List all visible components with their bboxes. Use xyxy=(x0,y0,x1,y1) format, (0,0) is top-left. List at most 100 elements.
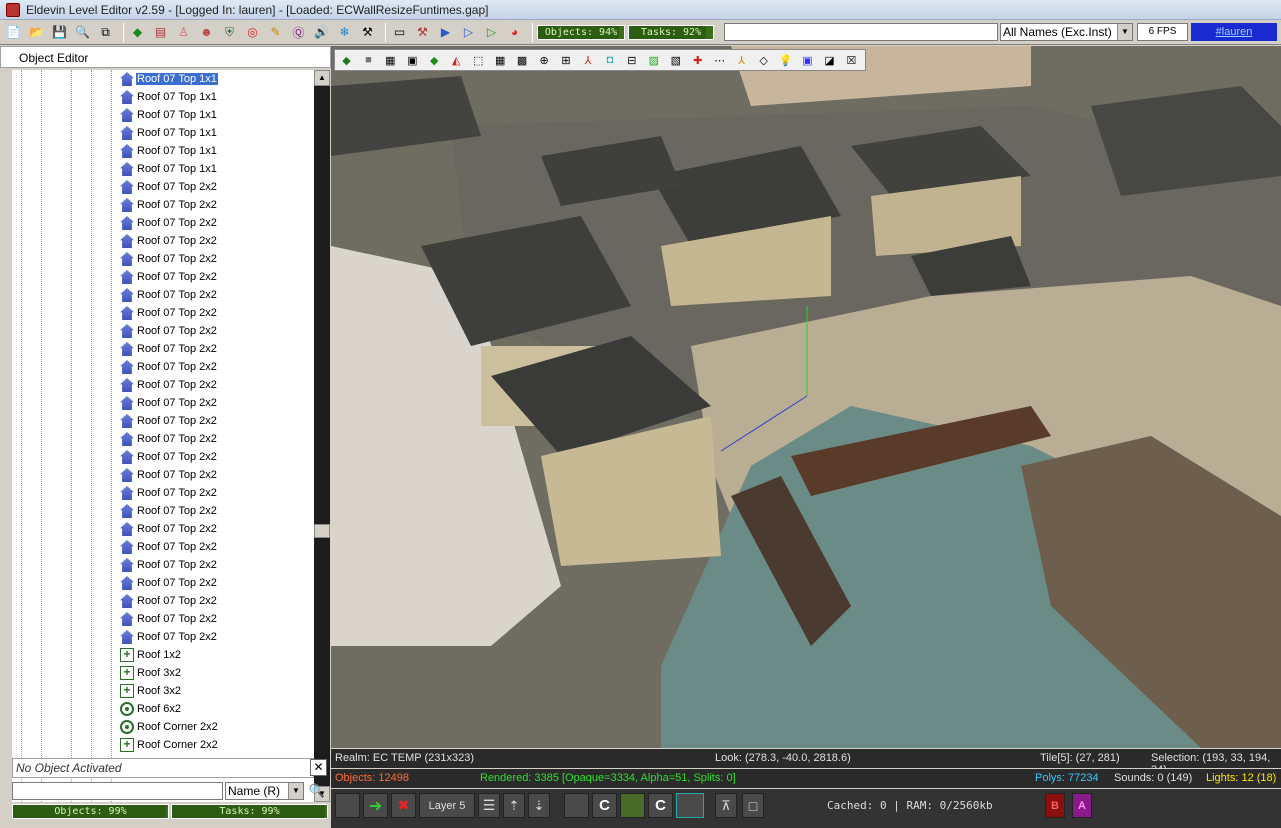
tree-item[interactable]: Roof 07 Top 1x1 xyxy=(120,160,310,178)
tree-scrollbar[interactable]: ▲ ▼ xyxy=(314,70,330,802)
tree-item[interactable]: Roof 6x2 xyxy=(120,700,310,718)
tree-item[interactable]: Roof 07 Top 2x2 xyxy=(120,592,310,610)
new-file-icon[interactable]: 📄 xyxy=(4,23,23,42)
tree-item[interactable]: + Roof 3x2 xyxy=(120,682,310,700)
tree-item[interactable]: Roof 07 Top 2x2 xyxy=(120,394,310,412)
light-bulb-icon[interactable]: 💡 xyxy=(777,52,794,69)
npc-icon[interactable]: ♙ xyxy=(174,23,193,42)
scene-viewport[interactable] xyxy=(331,46,1281,748)
tree-item[interactable]: Roof 07 Top 1x1 xyxy=(120,70,310,88)
pie-icon[interactable]: ◕ xyxy=(505,23,524,42)
quest-icon[interactable]: Ⓠ xyxy=(289,23,308,42)
grid-dense-icon[interactable]: ▩ xyxy=(514,52,531,69)
brush-icon[interactable]: ✎ xyxy=(266,23,285,42)
bounds-icon[interactable]: ◘ xyxy=(601,52,618,69)
tree-filter-input[interactable] xyxy=(12,782,223,800)
tree-item[interactable]: Roof 07 Top 2x2 xyxy=(120,484,310,502)
copy-icon[interactable]: ⧉ xyxy=(96,23,115,42)
cross-grid-icon[interactable]: ⊞ xyxy=(558,52,575,69)
axis-color-icon[interactable]: ⅄ xyxy=(733,52,750,69)
tree-item[interactable]: Roof 07 Top 2x2 xyxy=(120,574,310,592)
layer-button[interactable]: Layer 5 xyxy=(419,793,475,818)
collision-icon[interactable]: ◇ xyxy=(755,52,772,69)
open-folder-icon[interactable]: 📂 xyxy=(27,23,46,42)
tree-item[interactable]: + Roof 3x2 xyxy=(120,664,310,682)
object-tree[interactable]: Roof 07 Top 1x1 Roof 07 Top 1x1 Roof 07 To… xyxy=(12,70,314,802)
frame-icon[interactable]: ▣ xyxy=(404,52,421,69)
color-cube-icon[interactable]: ◭ xyxy=(448,52,465,69)
play-blue-icon[interactable]: ▶ xyxy=(436,23,455,42)
tree-item[interactable]: + Roof 1x2 xyxy=(120,646,310,664)
terrain-toggle-icon[interactable]: ◆ xyxy=(426,52,443,69)
image-icon[interactable]: ▧ xyxy=(667,52,684,69)
c-button-1[interactable]: C xyxy=(592,793,617,818)
b-button[interactable]: B xyxy=(1045,793,1065,818)
split-icon[interactable]: ⊟ xyxy=(623,52,640,69)
face-icon[interactable]: ☻ xyxy=(197,23,216,42)
layers-list-icon[interactable]: ☰ xyxy=(478,793,500,818)
layer-up-icon[interactable]: ⇡ xyxy=(503,793,525,818)
blank-button[interactable] xyxy=(335,793,360,818)
object-search-input[interactable] xyxy=(724,23,998,41)
target-icon[interactable]: ◎ xyxy=(243,23,262,42)
texture-icon[interactable]: ▨ xyxy=(645,52,662,69)
tree-item[interactable]: Roof 07 Top 2x2 xyxy=(120,214,310,232)
tree-item[interactable]: Roof 07 Top 2x2 xyxy=(120,448,310,466)
selected-swatch[interactable] xyxy=(676,793,704,818)
layer-down-icon[interactable]: ⇣ xyxy=(528,793,550,818)
arrow-right-icon[interactable]: ➜ xyxy=(363,793,388,818)
tree-item[interactable]: Roof 07 Top 2x2 xyxy=(120,358,310,376)
tree-item[interactable]: Roof 07 Top 2x2 xyxy=(120,538,310,556)
solid-cube-icon[interactable]: ■ xyxy=(360,52,377,69)
tree-item[interactable]: Roof Corner 2x2 xyxy=(120,718,310,736)
tree-item[interactable]: Roof 07 Top 2x2 xyxy=(120,376,310,394)
tree-item[interactable]: Roof 07 Top 2x2 xyxy=(120,466,310,484)
align-icon[interactable]: ⊼ xyxy=(715,793,737,818)
tree-item[interactable]: Roof 07 Top 2x2 xyxy=(120,610,310,628)
tree-item[interactable]: Roof 07 Top 2x2 xyxy=(120,520,310,538)
sphere-grid-icon[interactable]: ⊕ xyxy=(536,52,553,69)
axes-icon[interactable]: ⅄ xyxy=(579,52,596,69)
search-icon[interactable]: 🔍 xyxy=(307,783,327,801)
chevron-down-icon[interactable]: ▼ xyxy=(1117,24,1132,40)
tree-item[interactable]: Roof 07 Top 2x2 xyxy=(120,232,310,250)
grid-fine-icon[interactable]: ▦ xyxy=(492,52,509,69)
play-green-icon[interactable]: ▷ xyxy=(482,23,501,42)
tree-item[interactable]: Roof 07 Top 2x2 xyxy=(120,412,310,430)
tree-item[interactable]: Roof 07 Top 1x1 xyxy=(120,142,310,160)
tree-item[interactable]: Roof 07 Top 1x1 xyxy=(120,106,310,124)
texture-swatch[interactable] xyxy=(620,793,645,818)
tree-item[interactable]: Roof 07 Top 2x2 xyxy=(120,178,310,196)
tree-item[interactable]: Roof 07 Top 2x2 xyxy=(120,250,310,268)
a-button[interactable]: A xyxy=(1072,793,1092,818)
tree-item[interactable]: Roof 07 Top 2x2 xyxy=(120,286,310,304)
tree-item[interactable]: Roof 07 Top 2x2 xyxy=(120,628,310,646)
glow-icon[interactable]: ▣ xyxy=(799,52,816,69)
name-mode-select[interactable]: Name (R) ▼ xyxy=(225,782,304,800)
tree-item[interactable]: Roof 07 Top 2x2 xyxy=(120,322,310,340)
path-icon[interactable]: ⋯ xyxy=(711,52,728,69)
name-filter-select[interactable]: All Names (Exc.Inst) ▼ xyxy=(1000,23,1133,41)
box-outline-icon[interactable]: ⬚ xyxy=(470,52,487,69)
wall-icon[interactable]: ▤ xyxy=(151,23,170,42)
swatch-empty-button[interactable] xyxy=(564,793,589,818)
cross-box-icon[interactable]: ☒ xyxy=(843,52,860,69)
scroll-thumb[interactable] xyxy=(314,524,330,538)
tree-item[interactable]: Roof 07 Top 2x2 xyxy=(120,502,310,520)
tree-item[interactable]: + Roof Corner 2x2 xyxy=(120,736,310,754)
save-icon[interactable]: 💾 xyxy=(50,23,69,42)
square-icon[interactable]: □ xyxy=(742,793,764,818)
tree-item[interactable]: Roof 07 Top 1x1 xyxy=(120,124,310,142)
wireframe-icon[interactable]: ◆ xyxy=(338,52,355,69)
chevron-down-icon[interactable]: ▼ xyxy=(288,783,303,799)
sound-icon[interactable]: 🔊 xyxy=(312,23,331,42)
tools-icon[interactable]: ⚒ xyxy=(358,23,377,42)
find-icon[interactable]: 🔍 xyxy=(73,23,92,42)
tree-item[interactable]: Roof 07 Top 2x2 xyxy=(120,268,310,286)
tree-item[interactable]: Roof 07 Top 2x2 xyxy=(120,430,310,448)
hammer-icon[interactable]: ⚒ xyxy=(413,23,432,42)
play-outline-icon[interactable]: ▷ xyxy=(459,23,478,42)
tree-item[interactable]: Roof 07 Top 2x2 xyxy=(120,556,310,574)
window-icon[interactable]: ▭ xyxy=(390,23,409,42)
grid-icon[interactable]: ▦ xyxy=(382,52,399,69)
